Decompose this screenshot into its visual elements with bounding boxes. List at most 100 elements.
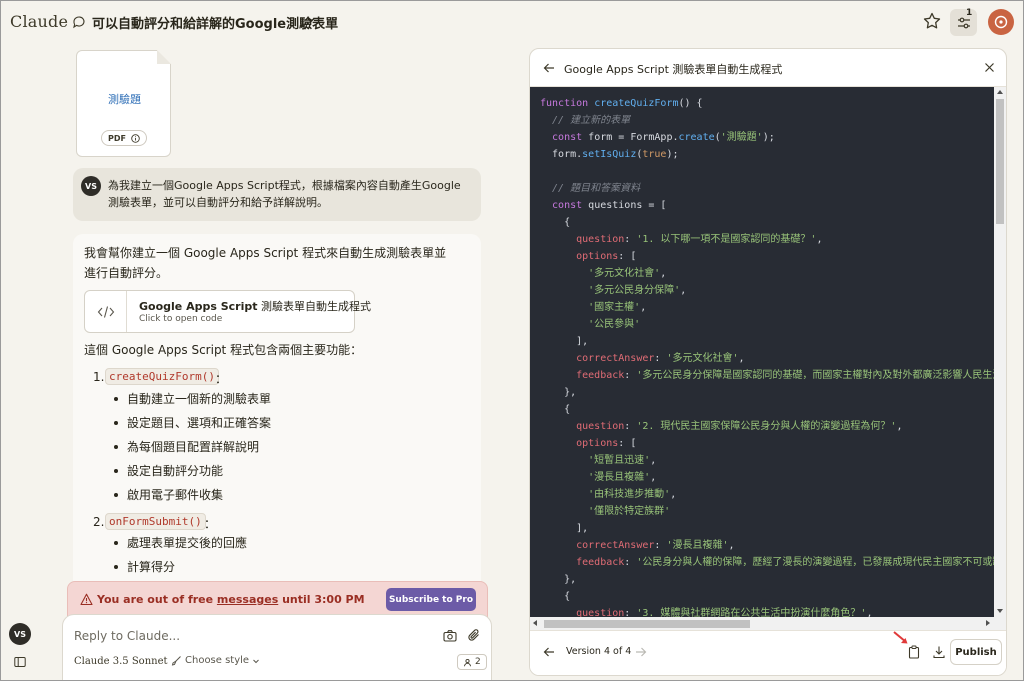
code-token: '測驗題' xyxy=(720,132,763,143)
sidebar-toggle-icon[interactable] xyxy=(14,656,26,668)
artifact-card[interactable]: Google Apps Script 測驗表單自動生成程式 Click to o… xyxy=(84,290,371,333)
code-viewer[interactable]: function createQuizForm() { // 建立新的表單 co… xyxy=(530,87,1006,630)
reply-input[interactable]: Reply to Claude... xyxy=(74,629,180,643)
user-message-text: 為我建立一個Google Apps Script程式，根據檔案內容自動產生Goo… xyxy=(108,179,461,209)
code-token: ], xyxy=(540,523,589,534)
artifact-panel: Google Apps Script 測驗表單自動生成程式 function c… xyxy=(529,48,1007,676)
list-item: 啟用電子郵件收集 xyxy=(113,488,224,502)
code-token: '漫長且複雜' xyxy=(540,472,651,483)
scroll-up-arrow[interactable] xyxy=(997,90,1003,94)
count-value: 2 xyxy=(475,657,481,667)
model-selector[interactable]: Claude 3.5 Sonnet xyxy=(74,656,168,667)
settings-badge: 1 xyxy=(966,8,973,18)
back-arrow-icon[interactable] xyxy=(542,61,556,75)
project-count-pill[interactable]: 2 xyxy=(457,654,487,670)
code-token: : xyxy=(654,353,667,364)
code-token: feedback xyxy=(540,557,625,568)
reply-composer[interactable]: Reply to Claude... Claude 3.5 Sonnet Cho… xyxy=(62,614,492,681)
code-token: '公民參與' xyxy=(540,319,641,330)
artifact-icon-box xyxy=(85,291,127,332)
paperclip-icon[interactable] xyxy=(467,628,481,642)
scroll-thumb[interactable] xyxy=(996,99,1004,224)
code-line: '漫長且複雜', xyxy=(540,469,995,486)
code-token: // 題目和答案資料 xyxy=(540,183,641,194)
code-token: { xyxy=(540,591,571,602)
close-icon[interactable] xyxy=(983,61,996,74)
star-icon[interactable] xyxy=(922,11,942,31)
code-line: '由科技進步推動', xyxy=(540,486,995,503)
code-token: : xyxy=(624,421,637,432)
claude-logo[interactable]: Claude xyxy=(10,12,68,31)
artifact-title: Google Apps Script 測驗表單自動生成程式 xyxy=(564,63,783,76)
code-token: : xyxy=(654,540,667,551)
code-icon xyxy=(97,305,114,318)
file-type-badge: PDF xyxy=(101,130,147,146)
code-line: }, xyxy=(540,571,995,588)
code-token: feedback xyxy=(540,370,625,381)
code-token: }, xyxy=(540,387,577,398)
artifact-panel-header: Google Apps Script 測驗表單自動生成程式 xyxy=(530,49,1006,87)
chat-title[interactable]: 可以自動評分和給詳解的Google測驗表單 xyxy=(92,13,338,32)
code-token: , xyxy=(670,489,677,500)
settings-button[interactable] xyxy=(950,9,977,36)
code-token: form = FormApp. xyxy=(588,132,679,143)
list-item: 為每個題目配置詳解說明 xyxy=(113,440,260,454)
code-token: true xyxy=(642,149,667,160)
function-name-code: onFormSubmit() xyxy=(105,513,206,530)
horizontal-scrollbar[interactable] xyxy=(530,617,1006,630)
scroll-left-arrow[interactable] xyxy=(533,620,537,626)
code-token: '多元文化社會' xyxy=(666,353,739,364)
code-token: '2. 現代民主國家保障公民身分與人權的演變過程為何？' xyxy=(636,421,897,432)
scroll-right-arrow[interactable] xyxy=(986,620,990,626)
user-message: VS 為我建立一個Google Apps Script程式，根據檔案內容自動產生… xyxy=(73,168,481,221)
publish-button[interactable]: Publish xyxy=(950,639,1002,665)
scroll-down-arrow[interactable] xyxy=(997,609,1003,613)
next-version-icon[interactable] xyxy=(634,645,648,659)
code-token: : xyxy=(624,234,637,245)
code-line: { xyxy=(540,214,995,231)
code-token: '公民身分與人權的保障，歷經了漫長的演變過程，已發展成現代民主國家不可或缺' xyxy=(636,557,995,568)
code-line: ], xyxy=(540,520,995,537)
warning-icon xyxy=(80,593,93,606)
subscribe-button[interactable]: Subscribe to Pro xyxy=(386,588,476,611)
code-line: correctAnswer: '多元文化社會', xyxy=(540,350,995,367)
code-line: const questions = [ xyxy=(540,197,995,214)
camera-icon[interactable] xyxy=(443,629,457,643)
code-token: () { xyxy=(678,98,703,109)
warning-text-after: until 3:00 PM xyxy=(278,593,365,606)
code-line: '多元文化社會', xyxy=(540,265,995,282)
code-token: correctAnswer xyxy=(540,540,655,551)
code-token: , xyxy=(650,472,657,483)
code-token: , xyxy=(680,285,687,296)
top-bar: Claude 可以自動評分和給詳解的Google測驗表單 1 xyxy=(0,0,1024,44)
code-line: correctAnswer: '漫長且複雜', xyxy=(540,537,995,554)
scroll-thumb[interactable] xyxy=(544,620,750,628)
account-avatar[interactable] xyxy=(988,9,1014,35)
download-icon[interactable] xyxy=(932,645,946,659)
code-line: const form = FormApp.create('測驗題'); xyxy=(540,129,995,146)
function-name-code: createQuizForm() xyxy=(105,368,219,385)
code-line: question: '2. 現代民主國家保障公民身分與人權的演變過程為何？', xyxy=(540,418,995,435)
chevron-down-icon[interactable] xyxy=(306,15,316,25)
code-token: '由科技進步推動' xyxy=(540,489,671,500)
artifact-panel-footer: Version 4 of 4 Publish xyxy=(530,630,1006,675)
code-token: '國家主權' xyxy=(540,302,641,313)
code-line: { xyxy=(540,588,995,605)
pdf-attachment-card[interactable]: 測驗題 PDF xyxy=(76,50,171,157)
assistant-intro-text: 我會幫你建立一個 Google Apps Script 程式來自動生成測驗表單並… xyxy=(84,246,447,280)
code-token: , xyxy=(728,540,735,551)
code-line: form.setIsQuiz(true); xyxy=(540,146,995,163)
previous-version-icon[interactable] xyxy=(542,645,556,659)
code-token: , xyxy=(738,353,745,364)
code-token: { xyxy=(540,217,571,228)
style-selector[interactable]: Choose style xyxy=(171,655,260,666)
messages-link[interactable]: messages xyxy=(217,593,278,606)
profile-icon xyxy=(994,15,1008,29)
code-token: '漫長且複雜' xyxy=(666,540,729,551)
code-token: correctAnswer xyxy=(540,353,655,364)
warning-text-before: You are out of free xyxy=(97,593,217,606)
vertical-scrollbar[interactable] xyxy=(994,87,1006,617)
code-content: function createQuizForm() { // 建立新的表單 co… xyxy=(540,95,995,622)
code-token: function xyxy=(540,98,595,109)
sidebar-user-avatar[interactable]: VS xyxy=(9,623,31,645)
